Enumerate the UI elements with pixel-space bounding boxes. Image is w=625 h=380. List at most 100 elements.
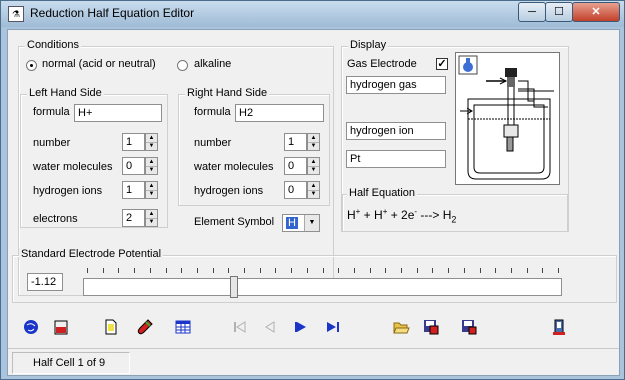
- rhs-hydrogen-spinner[interactable]: 0 ▲ ▼: [284, 181, 320, 199]
- lhs-hydrogen-value[interactable]: 1: [122, 181, 145, 199]
- half-equation-text: H+ + H+ + 2e- ---> H2: [347, 207, 457, 225]
- maximize-button[interactable]: ☐: [545, 2, 573, 22]
- element-symbol-label: Element Symbol: [194, 216, 275, 228]
- rhs-formula-input[interactable]: H2: [235, 104, 324, 122]
- lhs-formula-label: formula: [33, 106, 70, 118]
- table-icon[interactable]: [174, 318, 192, 336]
- ion-field-input[interactable]: hydrogen ion: [346, 122, 446, 140]
- half-equation-label: Half Equation: [347, 187, 418, 199]
- lhs-electrons-spinner[interactable]: 2 ▲ ▼: [122, 209, 158, 227]
- flask-icon: [458, 55, 478, 75]
- spin-down-icon[interactable]: ▼: [146, 166, 157, 174]
- spin-down-icon[interactable]: ▼: [308, 166, 319, 174]
- slider-tick: [165, 268, 167, 273]
- close-button[interactable]: ✕: [572, 2, 620, 22]
- gas-field-input[interactable]: hydrogen gas: [346, 76, 446, 94]
- gas-electrode-checkbox[interactable]: ✓: [436, 58, 448, 70]
- first-icon[interactable]: [230, 318, 248, 336]
- slider-tick: [353, 268, 355, 273]
- spin-down-icon[interactable]: ▼: [146, 142, 157, 150]
- save-as-icon[interactable]: [460, 318, 478, 336]
- rhs-label: Right Hand Side: [185, 87, 270, 99]
- rhs-hydrogen-value[interactable]: 0: [284, 181, 307, 199]
- slider-tick: [558, 268, 559, 273]
- rhs-number-value[interactable]: 1: [284, 133, 307, 151]
- save-icon[interactable]: [422, 318, 440, 336]
- metal-field-input[interactable]: Pt: [346, 150, 446, 168]
- slider-tick: [542, 268, 544, 273]
- spin-down-icon[interactable]: ▼: [308, 190, 319, 198]
- slider-tick: [385, 268, 387, 273]
- alkaline-radio[interactable]: [177, 60, 188, 71]
- lhs-water-spinner[interactable]: 0 ▲ ▼: [122, 157, 158, 175]
- slider-tick: [432, 268, 434, 273]
- lhs-electrons-value[interactable]: 2: [122, 209, 145, 227]
- lhs-number-value[interactable]: 1: [122, 133, 145, 151]
- previous-icon[interactable]: [260, 318, 278, 336]
- slider-tick: [149, 268, 151, 273]
- slider-tick: [134, 268, 136, 273]
- display-label: Display: [348, 39, 389, 51]
- slider-tick: [275, 268, 277, 273]
- potential-slider-track[interactable]: [83, 278, 562, 296]
- conditions-label: Conditions: [25, 39, 81, 51]
- potential-value-input[interactable]: -1.12: [27, 273, 63, 291]
- alkaline-radio-label: alkaline: [194, 58, 232, 70]
- slider-tick: [181, 268, 183, 273]
- slider-tick: [416, 268, 418, 273]
- status-text: Half Cell 1 of 9: [12, 352, 130, 374]
- slider-tick: [495, 268, 497, 273]
- lhs-hydrogen-spinner[interactable]: 1 ▲ ▼: [122, 181, 158, 199]
- last-icon[interactable]: [324, 318, 342, 336]
- slider-tick: [369, 268, 371, 273]
- slider-tick: [102, 268, 104, 273]
- slider-tick: [306, 268, 308, 273]
- spin-down-icon[interactable]: ▼: [146, 190, 157, 198]
- chevron-down-icon[interactable]: ▼: [304, 215, 319, 231]
- exit-icon[interactable]: [550, 318, 568, 336]
- open-folder-icon[interactable]: [392, 318, 410, 336]
- rhs-hydrogen-label: hydrogen ions: [194, 185, 264, 197]
- lhs-water-value[interactable]: 0: [122, 157, 145, 175]
- spin-down-icon[interactable]: ▼: [146, 218, 157, 226]
- half-equation-group: Half Equation H+ + H+ + 2e- ---> H2: [342, 187, 568, 232]
- next-icon[interactable]: [292, 318, 310, 336]
- app-window: ⚗ Reduction Half Equation Editor ─ ☐ ✕ C…: [0, 0, 625, 380]
- electrode-diagram: [455, 52, 560, 185]
- beaker-icon[interactable]: [52, 318, 70, 336]
- rhs-water-spinner[interactable]: 0 ▲ ▼: [284, 157, 320, 175]
- slider-tick: [291, 268, 293, 273]
- lhs-formula-input[interactable]: H+: [74, 104, 162, 122]
- spin-down-icon[interactable]: ▼: [308, 142, 319, 150]
- rhs-number-spinner[interactable]: 1 ▲ ▼: [284, 133, 320, 151]
- rhs-water-value[interactable]: 0: [284, 157, 307, 175]
- potential-slider-thumb[interactable]: [229, 276, 238, 298]
- left-hand-side-group: Left Hand Side formula H+ number 1 ▲ ▼ wa…: [20, 87, 168, 228]
- slider-tick: [479, 268, 481, 273]
- status-bar: Half Cell 1 of 9: [8, 348, 619, 376]
- test-tube-icon[interactable]: [136, 318, 154, 336]
- slider-tick: [244, 268, 245, 273]
- slider-tick: [526, 268, 528, 273]
- slider-tick: [212, 268, 214, 273]
- normal-radio[interactable]: [26, 60, 37, 71]
- right-hand-side-group: Right Hand Side formula H2 number 1 ▲ ▼ w…: [178, 87, 330, 206]
- minimize-button[interactable]: ─: [518, 2, 546, 22]
- slider-tick: [401, 268, 402, 273]
- element-symbol-value: H: [286, 217, 298, 229]
- lhs-electrons-label: electrons: [33, 213, 78, 225]
- rhs-water-label: water molecules: [194, 161, 274, 173]
- slider-tick: [510, 268, 512, 273]
- slider-tick: [118, 268, 120, 273]
- display-group: Display Gas Electrode ✓ hydrogen gas hyd…: [341, 39, 569, 232]
- world-icon[interactable]: [22, 318, 40, 336]
- app-icon: ⚗: [8, 6, 24, 22]
- title-bar: ⚗ Reduction Half Equation Editor ─ ☐ ✕: [1, 1, 624, 27]
- electrode-potential-group: Standard Electrode Potential -1.12: [12, 248, 617, 303]
- gas-electrode-drawing: [458, 55, 554, 180]
- element-symbol-select[interactable]: H ▼: [282, 214, 320, 232]
- new-document-icon[interactable]: [102, 318, 120, 336]
- slider-tick: [448, 268, 450, 273]
- lhs-number-spinner[interactable]: 1 ▲ ▼: [122, 133, 158, 151]
- slider-tick: [228, 268, 230, 273]
